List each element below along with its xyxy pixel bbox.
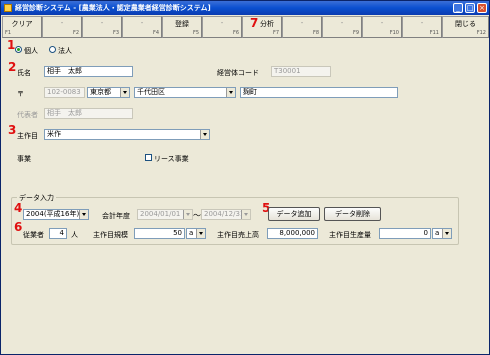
postal-mark-label: 〒 bbox=[17, 90, 24, 98]
year-select[interactable]: 2004(平成16年) bbox=[23, 209, 89, 220]
marker-4: 4 bbox=[14, 201, 23, 215]
chevron-down-icon bbox=[226, 88, 235, 97]
app-icon bbox=[4, 4, 12, 12]
maximize-button[interactable]: □ bbox=[465, 3, 475, 13]
fiscal-year-label: 会計年度 bbox=[102, 212, 130, 220]
individual-radio[interactable] bbox=[15, 46, 22, 53]
marker-7: 7 bbox=[250, 16, 259, 30]
chevron-down-icon bbox=[196, 229, 205, 238]
name-field[interactable]: 相手 太郎 bbox=[44, 66, 133, 77]
crop-scale-unit-select[interactable]: a bbox=[186, 228, 206, 239]
fkey-f8-button[interactable]: - F8 bbox=[282, 16, 322, 38]
data-entry-title: データ入力 bbox=[17, 193, 56, 203]
corporation-radio[interactable] bbox=[49, 46, 56, 53]
address-field[interactable]: 麹町 bbox=[240, 87, 398, 98]
main-crop-select[interactable]: 米作 bbox=[44, 129, 210, 140]
individual-label: 個人 bbox=[24, 47, 38, 55]
fkey-f6-button[interactable]: - F6 bbox=[202, 16, 242, 38]
marker-2: 2 bbox=[8, 60, 17, 74]
representative-label: 代表者 bbox=[17, 111, 38, 119]
workers-field[interactable]: 4 bbox=[49, 228, 67, 239]
lease-business-checkbox[interactable] bbox=[145, 154, 152, 161]
marker-3: 3 bbox=[8, 123, 17, 137]
fkey-f11-button[interactable]: - F11 bbox=[402, 16, 442, 38]
range-tilde: ～ bbox=[193, 211, 201, 220]
chevron-down-icon bbox=[442, 229, 451, 238]
function-key-toolbar: クリア F1 - F2 - F3 - F4 登録 F5 - F6 分析 F7 - bbox=[2, 16, 489, 38]
chevron-down-icon bbox=[241, 210, 250, 219]
chevron-down-icon bbox=[183, 210, 192, 219]
delete-data-button[interactable]: データ削除 bbox=[324, 207, 381, 221]
fiscal-from-select[interactable]: 2004/01/01 bbox=[137, 209, 193, 220]
crop-sales-label: 主作目売上高 bbox=[217, 231, 259, 239]
representative-field[interactable]: 相手 太郎 bbox=[44, 108, 133, 119]
fkey-close-button[interactable]: 閉じる F12 bbox=[442, 16, 489, 38]
chevron-down-icon bbox=[79, 210, 88, 219]
name-label: 氏名 bbox=[17, 69, 31, 77]
crop-production-field[interactable]: 0 bbox=[379, 228, 431, 239]
city-select[interactable]: 千代田区 bbox=[134, 87, 236, 98]
workers-label: 従業者 bbox=[23, 231, 44, 239]
main-crop-label: 主作目 bbox=[17, 132, 38, 140]
crop-production-label: 主作目生産量 bbox=[329, 231, 371, 239]
code-label: 経営体コード bbox=[217, 69, 259, 77]
title-bar[interactable]: 経営診断システム - [農業法人・認定農業者経営診断システム] _ □ × bbox=[1, 1, 489, 15]
chevron-down-icon bbox=[120, 88, 129, 97]
fkey-f3-button[interactable]: - F3 bbox=[82, 16, 122, 38]
fkey-f10-button[interactable]: - F10 bbox=[362, 16, 402, 38]
postal-code-field[interactable]: 102-0083 bbox=[44, 87, 85, 98]
chevron-down-icon bbox=[200, 130, 209, 139]
app-window: 経営診断システム - [農業法人・認定農業者経営診断システム] _ □ × クリ… bbox=[0, 0, 490, 355]
close-button[interactable]: × bbox=[477, 3, 487, 13]
business-label: 事業 bbox=[17, 155, 31, 163]
fkey-analyze-button[interactable]: 分析 F7 bbox=[242, 16, 282, 38]
corporation-label: 法人 bbox=[58, 47, 72, 55]
minimize-button[interactable]: _ bbox=[453, 3, 463, 13]
lease-business-label: リース事業 bbox=[154, 155, 189, 163]
fkey-f2-button[interactable]: - F2 bbox=[42, 16, 82, 38]
marker-6: 6 bbox=[14, 220, 23, 234]
fkey-register-button[interactable]: 登録 F5 bbox=[162, 16, 202, 38]
window-title: 経営診断システム - [農業法人・認定農業者経営診断システム] bbox=[15, 4, 211, 12]
add-data-button[interactable]: データ追加 bbox=[268, 207, 320, 221]
crop-sales-field[interactable]: 8,000,000 bbox=[267, 228, 318, 239]
fiscal-to-select[interactable]: 2004/12/31 bbox=[201, 209, 251, 220]
prefecture-select[interactable]: 東京都 bbox=[87, 87, 130, 98]
fkey-f9-button[interactable]: - F9 bbox=[322, 16, 362, 38]
crop-production-unit-select[interactable]: a bbox=[432, 228, 452, 239]
fkey-clear-button[interactable]: クリア F1 bbox=[2, 16, 42, 38]
workers-unit: 人 bbox=[71, 231, 78, 239]
crop-scale-label: 主作目規模 bbox=[93, 231, 128, 239]
crop-scale-field[interactable]: 50 bbox=[134, 228, 185, 239]
fkey-f4-button[interactable]: - F4 bbox=[122, 16, 162, 38]
code-field[interactable]: T30001 bbox=[271, 66, 331, 77]
